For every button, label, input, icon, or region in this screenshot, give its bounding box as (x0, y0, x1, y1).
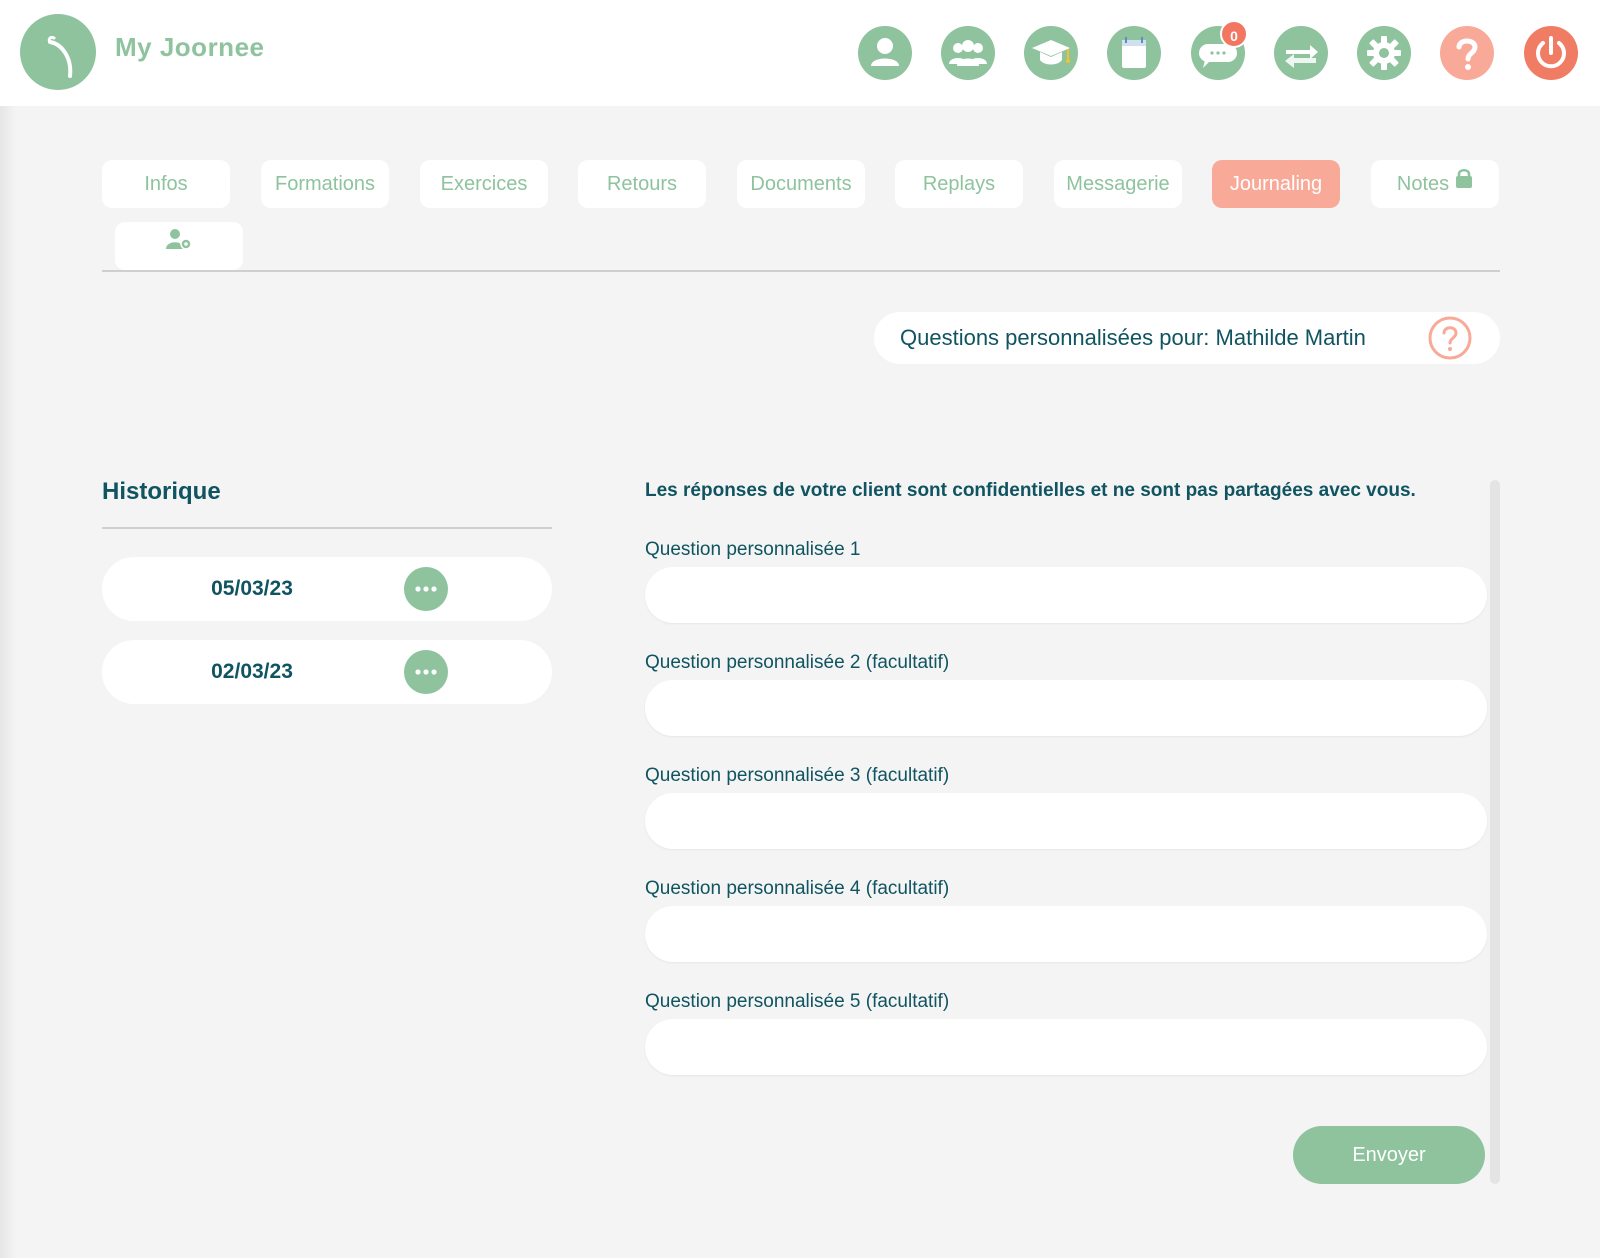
question-3-label: Question personnalisée 3 (facultatif) (645, 765, 950, 786)
more-options-icon[interactable] (404, 567, 448, 611)
history-divider (102, 527, 552, 529)
user-settings-icon (165, 221, 193, 269)
app-title: My Joornee (115, 32, 265, 62)
question-help-icon[interactable] (1428, 316, 1472, 360)
history-item[interactable]: 05/03/23 (102, 557, 552, 621)
lock-icon (1455, 158, 1473, 206)
tab-replays[interactable]: Replays (895, 160, 1023, 208)
graduation-cap-icon[interactable] (1024, 26, 1078, 80)
tab-exercices[interactable]: Exercices (420, 160, 548, 208)
question-1-input[interactable] (645, 567, 1487, 623)
page-edge-shadow (0, 106, 16, 1258)
question-4-input[interactable] (645, 906, 1487, 962)
question-2-label: Question personnalisée 2 (facultatif) (645, 652, 950, 673)
history-date: 05/03/23 (211, 577, 293, 600)
client-label: Questions personnalisées pour: Mathilde … (900, 325, 1366, 350)
help-icon[interactable] (1440, 26, 1494, 80)
history-title: Historique (102, 478, 221, 505)
tab-journaling[interactable]: Journaling (1212, 160, 1340, 208)
calendar-icon[interactable] (1107, 26, 1161, 80)
group-icon[interactable] (941, 26, 995, 80)
question-1-label: Question personnalisée 1 (645, 539, 861, 560)
tab-formations[interactable]: Formations (261, 160, 389, 208)
tab-notes[interactable]: Notes (1371, 160, 1499, 208)
logo-icon[interactable] (20, 14, 96, 90)
question-5-label: Question personnalisée 5 (facultatif) (645, 991, 950, 1012)
chat-badge: 0 (1220, 20, 1248, 48)
tab-retours[interactable]: Retours (578, 160, 706, 208)
tab-messagerie[interactable]: Messagerie (1054, 160, 1182, 208)
tab-infos[interactable]: Infos (102, 160, 230, 208)
tab-documents[interactable]: Documents (737, 160, 865, 208)
profile-icon[interactable] (858, 26, 912, 80)
gear-icon[interactable] (1357, 26, 1411, 80)
sync-icon[interactable] (1274, 26, 1328, 80)
tab-notes-label: Notes (1396, 173, 1450, 195)
history-date: 02/03/23 (211, 660, 293, 683)
power-icon[interactable] (1524, 26, 1578, 80)
confidentiality-notice: Les réponses de votre client sont confid… (645, 480, 1416, 501)
form-scrollbar[interactable] (1490, 480, 1500, 1184)
question-5-input[interactable] (645, 1019, 1487, 1075)
history-item[interactable]: 02/03/23 (102, 640, 552, 704)
tabs-divider (102, 270, 1500, 272)
tab-user-settings[interactable] (115, 222, 243, 270)
top-header: My Joornee 0 (0, 0, 1600, 106)
question-4-label: Question personnalisée 4 (facultatif) (645, 878, 950, 899)
more-options-icon[interactable] (404, 650, 448, 694)
client-header: Questions personnalisées pour: Mathilde … (874, 312, 1500, 364)
question-3-input[interactable] (645, 793, 1487, 849)
question-2-input[interactable] (645, 680, 1487, 736)
send-button[interactable]: Envoyer (1293, 1126, 1485, 1184)
